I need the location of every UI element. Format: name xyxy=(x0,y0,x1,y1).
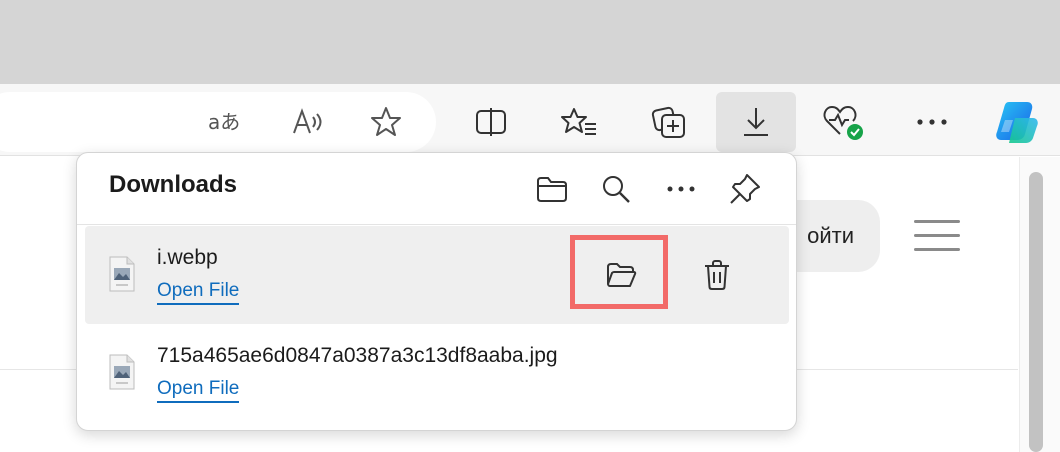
delete-trash-icon[interactable] xyxy=(693,251,741,299)
more-options-icon[interactable] xyxy=(657,165,705,213)
downloads-header: Downloads xyxy=(77,153,796,225)
download-item[interactable]: 715a465ae6d0847a0387a3c13df8aaba.jpg Ope… xyxy=(85,324,789,422)
scrollbar-thumb[interactable] xyxy=(1029,172,1043,452)
downloads-flyout: Downloads i.webp Open File 715a465ae6d08… xyxy=(76,152,797,431)
favorite-star-icon[interactable] xyxy=(362,98,410,146)
file-name: 715a465ae6d0847a0387a3c13df8aaba.jpg xyxy=(157,344,558,367)
read-aloud-icon[interactable] xyxy=(284,98,332,146)
search-icon[interactable] xyxy=(592,165,640,213)
tab-strip xyxy=(0,0,1060,84)
file-name: i.webp xyxy=(157,246,218,269)
svg-text:aあ: aあ xyxy=(208,110,240,134)
pin-icon[interactable] xyxy=(721,165,769,213)
open-file-link[interactable]: Open File xyxy=(157,280,240,305)
collections-icon[interactable] xyxy=(645,98,693,146)
read-aloud-language-icon[interactable]: aあ xyxy=(202,98,250,146)
sign-in-label: ойти xyxy=(807,223,854,248)
favorites-list-icon[interactable] xyxy=(555,98,603,146)
image-file-icon xyxy=(109,256,135,292)
highlight-annotation xyxy=(570,235,668,309)
open-file-link[interactable]: Open File xyxy=(157,378,240,403)
hamburger-menu-icon[interactable] xyxy=(914,220,960,252)
browser-essentials-icon[interactable] xyxy=(820,98,868,146)
image-file-icon xyxy=(109,354,135,390)
open-downloads-folder-icon[interactable] xyxy=(528,165,576,213)
download-item[interactable]: i.webp Open File xyxy=(85,226,789,324)
downloads-title: Downloads xyxy=(109,171,238,198)
copilot-icon[interactable] xyxy=(990,96,1042,148)
split-screen-icon[interactable] xyxy=(467,98,515,146)
downloads-icon[interactable] xyxy=(716,92,796,152)
more-icon[interactable] xyxy=(908,98,956,146)
